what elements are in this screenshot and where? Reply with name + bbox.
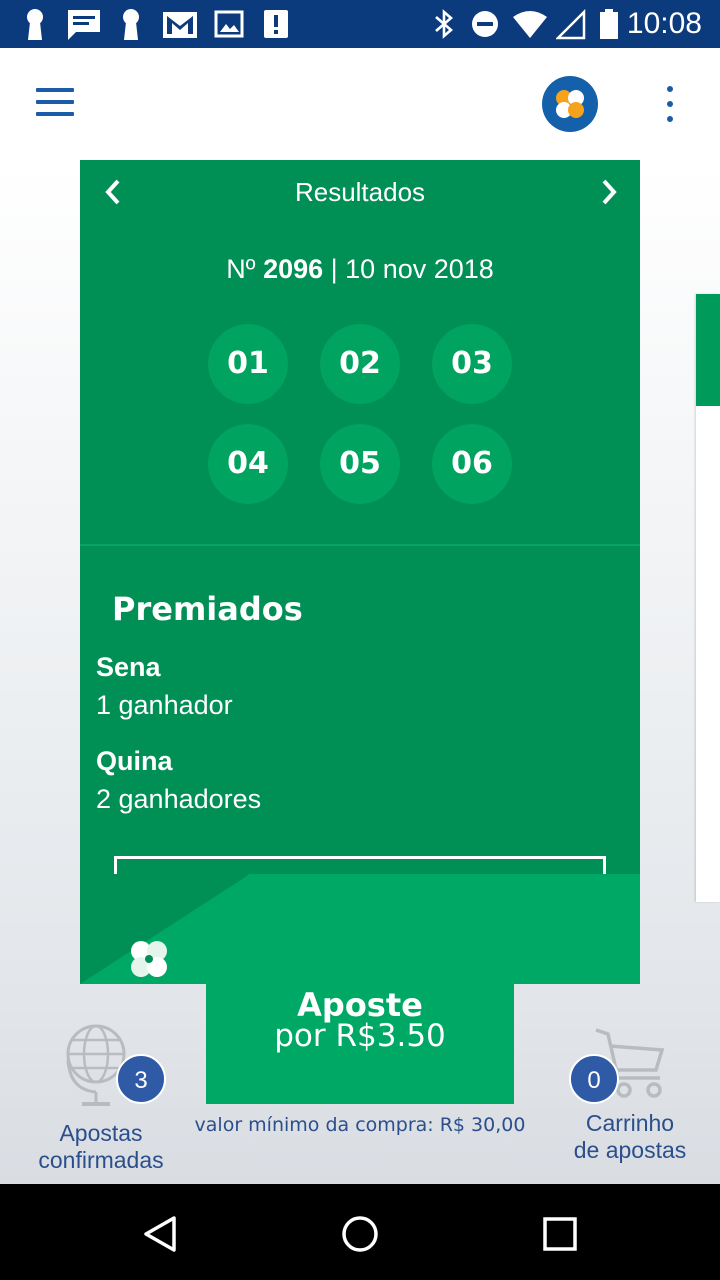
tier-name: Quina <box>96 746 173 776</box>
status-time: 10:08 <box>626 7 702 40</box>
chevron-right-icon[interactable] <box>592 176 624 208</box>
back-icon[interactable] <box>140 1214 180 1254</box>
cart-label-line1: Carrinho <box>585 1110 675 1136</box>
more-vert-icon[interactable] <box>656 86 684 122</box>
wifi-icon <box>513 11 547 38</box>
dnd-icon <box>472 11 498 37</box>
cart-count-badge: 0 <box>569 1054 619 1104</box>
results-card: Resultados Nº 2096 | 10 nov 2018 01 02 0… <box>80 160 640 984</box>
drawn-numbers: 01 02 03 04 05 06 <box>208 324 512 504</box>
draw-date: | 10 nov 2018 <box>323 254 494 284</box>
keyhole-icon <box>123 9 139 40</box>
clover-logo-icon[interactable] <box>542 76 598 132</box>
divider <box>80 544 640 546</box>
keyhole-icon <box>27 9 43 40</box>
draw-prefix: Nº <box>226 254 264 284</box>
tier-name: Sena <box>96 652 161 682</box>
cart-label: Carrinho de apostas <box>556 1110 704 1164</box>
number-ball: 01 <box>208 324 288 404</box>
confirmed-label-line1: Apostas <box>59 1120 143 1146</box>
number-ball: 02 <box>320 324 400 404</box>
home-icon[interactable] <box>340 1214 380 1254</box>
confirmed-label-line2: confirmadas <box>38 1147 164 1173</box>
number-ball: 06 <box>432 424 512 504</box>
system-nav-bar <box>0 1184 720 1280</box>
bet-button[interactable]: Aposte por R$3.50 <box>206 936 514 1104</box>
gmail-icon <box>163 12 197 38</box>
results-header: Resultados <box>80 160 640 224</box>
app-bar <box>0 48 720 160</box>
bet-price: por R$3.50 <box>274 1018 446 1054</box>
recents-icon[interactable] <box>540 1214 580 1254</box>
status-bar: 10:08 <box>0 0 720 48</box>
clover-icon <box>131 941 167 977</box>
message-icon <box>68 10 100 40</box>
number-ball: 03 <box>432 324 512 404</box>
signal-icon <box>556 8 586 40</box>
tier-winners: 1 ganhador <box>96 690 233 720</box>
battery-icon <box>600 9 618 39</box>
bluetooth-icon <box>435 9 453 39</box>
results-title: Resultados <box>294 177 426 207</box>
number-ball: 04 <box>208 424 288 504</box>
confirmed-label: Apostas confirmadas <box>26 1120 176 1174</box>
tier-winners: 2 ganhadores <box>96 784 262 814</box>
hamburger-icon[interactable] <box>36 88 76 118</box>
draw-info: Nº 2096 | 10 nov 2018 <box>80 254 640 285</box>
confirmed-bets-button[interactable]: 3 Apostas confirmadas <box>26 1020 176 1180</box>
cart-button[interactable]: 0 Carrinho de apostas <box>556 1020 704 1180</box>
confirmed-count-badge: 3 <box>116 1054 166 1104</box>
image-icon <box>214 10 244 38</box>
cart-label-line2: de apostas <box>573 1137 687 1163</box>
number-ball: 05 <box>320 424 400 504</box>
prizes-title: Premiados <box>112 590 303 628</box>
draw-number: 2096 <box>263 254 324 284</box>
min-purchase-note: valor mínimo da compra: R$ 30,00 <box>194 1114 526 1136</box>
alert-icon <box>264 10 288 38</box>
next-card-peek[interactable] <box>696 294 720 902</box>
